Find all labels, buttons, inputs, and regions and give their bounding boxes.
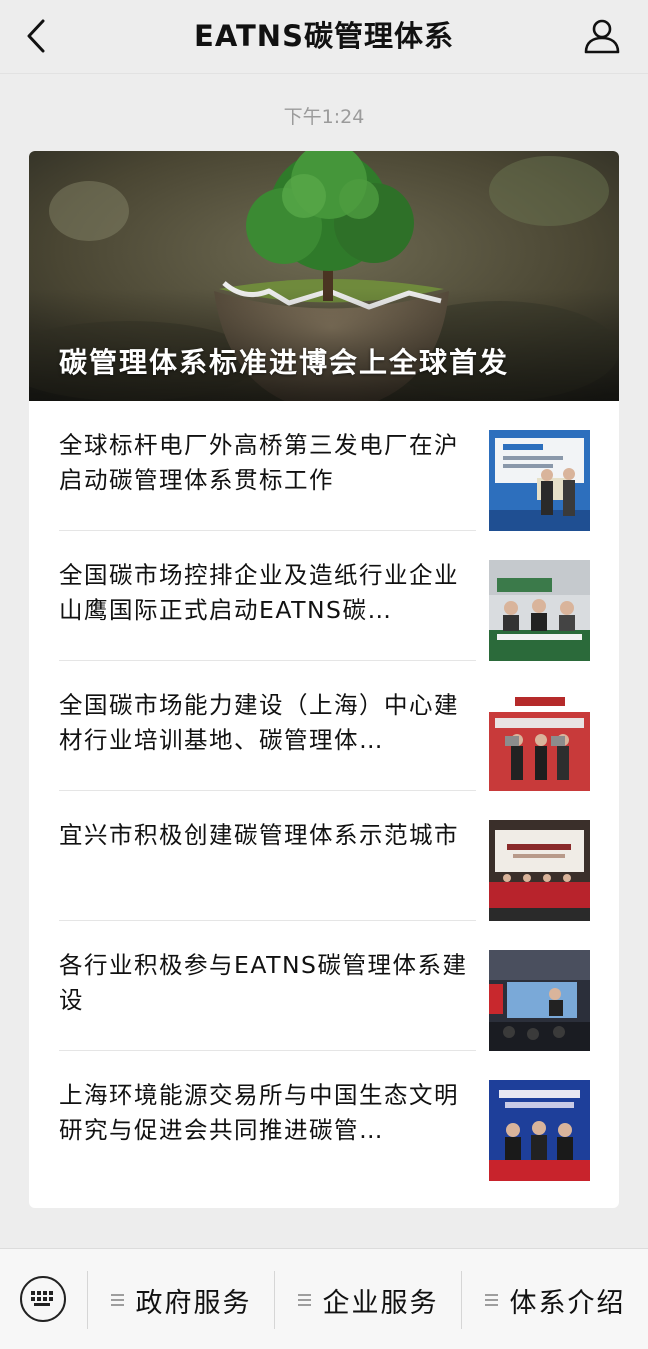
keyboard-button[interactable] <box>20 1276 66 1322</box>
article-thumbnail <box>489 690 590 791</box>
menu-lines-icon <box>110 1294 124 1306</box>
menu-label: 企业服务 <box>322 1287 439 1319</box>
article-title: 上海环境能源交易所与中国生态文明研究与促进会共同推进碳管… <box>59 1081 459 1144</box>
page-title: EATNS碳管理体系 <box>194 19 454 53</box>
article-item[interactable]: 宜兴市积极创建碳管理体系示范城市 <box>29 791 619 921</box>
profile-button[interactable] <box>578 12 626 60</box>
chevron-left-icon <box>27 19 45 53</box>
article-item[interactable]: 全球标杆电厂外高桥第三发电厂在沪启动碳管理体系贯标工作 <box>29 401 619 531</box>
article-item[interactable]: 各行业积极参与EATNS碳管理体系建设 <box>29 921 619 1051</box>
menu-item-government-services[interactable]: 政府服务 <box>88 1271 274 1329</box>
article-item[interactable]: 上海环境能源交易所与中国生态文明研究与促进会共同推进碳管… <box>29 1051 619 1181</box>
hero-article[interactable]: 碳管理体系标准进博会上全球首发 <box>29 151 619 401</box>
menu-item-enterprise-services[interactable]: 企业服务 <box>275 1271 461 1329</box>
bottom-menu: 政府服务 企业服务 体系介绍 <box>0 1248 648 1349</box>
article-list: 全球标杆电厂外高桥第三发电厂在沪启动碳管理体系贯标工作 全国碳市场控排企业及造纸… <box>29 401 619 1181</box>
menu-lines-icon <box>484 1294 498 1306</box>
menu-label: 政府服务 <box>135 1287 252 1319</box>
article-thumbnail <box>489 950 590 1051</box>
article-card: 碳管理体系标准进博会上全球首发 全球标杆电厂外高桥第三发电厂在沪启动碳管理体系贯… <box>29 151 619 1208</box>
article-title: 全球标杆电厂外高桥第三发电厂在沪启动碳管理体系贯标工作 <box>59 431 459 494</box>
menu-label: 体系介绍 <box>509 1287 626 1319</box>
article-title: 全国碳市场能力建设（上海）中心建材行业培训基地、碳管理体… <box>59 691 459 754</box>
keyboard-icon <box>31 1291 53 1306</box>
article-title: 全国碳市场控排企业及造纸行业企业山鹰国际正式启动EATNS碳… <box>59 561 459 624</box>
menu-lines-icon <box>297 1294 311 1306</box>
article-thumbnail <box>489 560 590 661</box>
menu-item-system-introduction[interactable]: 体系介绍 <box>462 1271 648 1329</box>
article-item[interactable]: 全国碳市场能力建设（上海）中心建材行业培训基地、碳管理体… <box>29 661 619 791</box>
article-title: 宜兴市积极创建碳管理体系示范城市 <box>59 821 459 849</box>
hero-title: 碳管理体系标准进博会上全球首发 <box>59 346 510 379</box>
article-thumbnail <box>489 820 590 921</box>
article-item[interactable]: 全国碳市场控排企业及造纸行业企业山鹰国际正式启动EATNS碳… <box>29 531 619 661</box>
back-button[interactable] <box>14 14 58 58</box>
article-title: 各行业积极参与EATNS碳管理体系建设 <box>59 951 468 1014</box>
article-thumbnail <box>489 1080 590 1181</box>
top-bar: EATNS碳管理体系 <box>0 0 648 74</box>
article-thumbnail <box>489 430 590 531</box>
message-timestamp: 下午1:24 <box>283 106 365 128</box>
user-icon <box>584 19 620 54</box>
